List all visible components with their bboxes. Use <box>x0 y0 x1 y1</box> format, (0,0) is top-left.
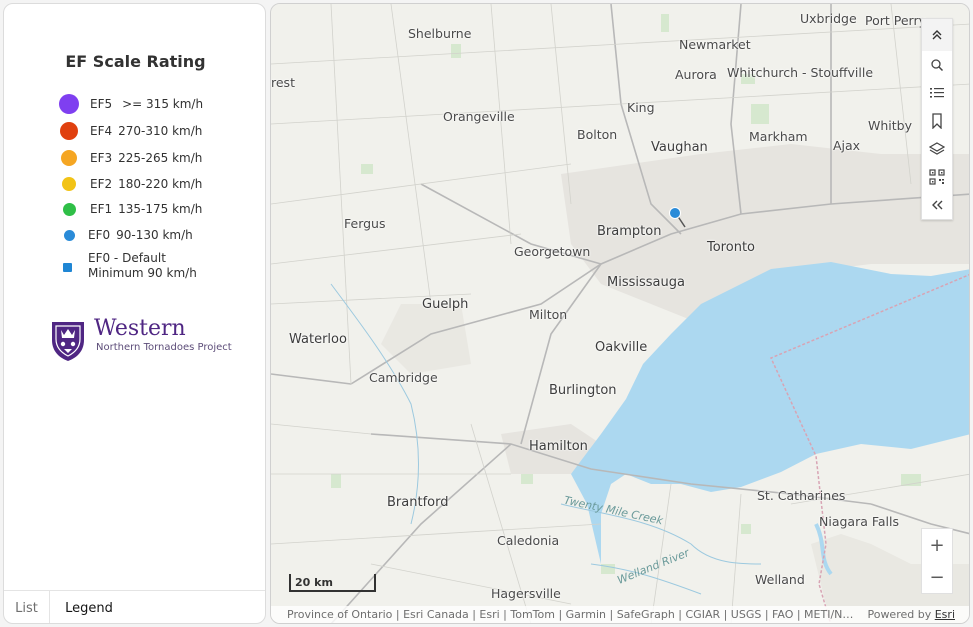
legend-item-ef1: EF1 135-175 km/h <box>4 200 265 222</box>
tornado-marker[interactable] <box>667 205 691 229</box>
place-label: St. Catharines <box>757 488 846 503</box>
panel-tabs: List Legend <box>4 590 265 623</box>
place-label: Welland <box>755 572 805 587</box>
scale-label: 20 km <box>295 576 333 589</box>
search-icon[interactable] <box>922 51 952 79</box>
zoom-control: + − <box>921 528 953 594</box>
map-toolbar <box>921 18 953 220</box>
legend-item-ef4: EF4 270-310 km/h <box>4 122 265 144</box>
legend-title: EF Scale Rating <box>65 52 206 71</box>
place-label: Vaughan <box>651 140 708 155</box>
legend-label: EF4 <box>90 124 113 138</box>
scale-bar: 20 km <box>289 574 376 592</box>
place-label: Hagersville <box>491 586 561 601</box>
ef0-symbol <box>64 230 75 241</box>
place-label: Whitby <box>868 118 912 133</box>
place-label: Niagara Falls <box>819 514 900 529</box>
basemap <box>271 4 969 623</box>
logo-subtitle: Northern Tornadoes Project <box>96 342 232 353</box>
place-label: Burlington <box>549 383 617 398</box>
bookmark-icon[interactable] <box>922 107 952 135</box>
legend-label: EF1 <box>90 202 113 216</box>
place-label: Georgetown <box>514 244 591 259</box>
legend-item-ef2: EF2 180-220 km/h <box>4 175 265 197</box>
legend-label: EF0 <box>88 228 111 242</box>
tab-list[interactable]: List <box>4 591 50 623</box>
map-view[interactable]: Uxbridge Port Perry Shelburne Newmarket … <box>270 3 970 624</box>
expand-left-icon[interactable] <box>922 191 952 219</box>
legend-label: EF5 <box>90 97 113 111</box>
legend-label: EF0 - Default <box>88 251 166 265</box>
place-label: Caledonia <box>497 533 560 548</box>
zoom-in-button[interactable]: + <box>922 529 952 561</box>
zoom-out-button[interactable]: − <box>922 561 952 593</box>
legend-label: EF3 <box>90 151 113 165</box>
place-label: Port Perry <box>865 13 926 28</box>
legend-range: Minimum 90 km/h <box>88 266 197 280</box>
place-label: Whitchurch - Stouffville <box>727 65 874 80</box>
tab-legend[interactable]: Legend <box>52 591 126 623</box>
place-label: Uxbridge <box>800 11 857 26</box>
place-label: Brantford <box>387 495 449 510</box>
collapse-icon[interactable] <box>922 19 952 51</box>
legend-label: EF2 <box>90 177 113 191</box>
place-label: Newmarket <box>679 37 751 52</box>
place-label: Markham <box>749 129 808 144</box>
legend-item-ef0: EF0 90-130 km/h <box>4 226 265 248</box>
ef4-symbol <box>60 122 78 140</box>
qr-code-icon[interactable] <box>922 163 952 191</box>
place-label: Cambridge <box>369 370 438 385</box>
powered-by-text: Powered by <box>867 608 932 621</box>
western-crest-icon <box>52 322 84 361</box>
powered-by: Powered by Esri <box>867 606 955 623</box>
place-label: Mississauga <box>607 275 685 290</box>
place-label: Bolton <box>577 127 618 142</box>
legend-item-ef3: EF3 225-265 km/h <box>4 149 265 171</box>
ef5-symbol <box>59 94 79 114</box>
app: EF Scale Rating EF5 >= 315 km/h EF4 270-31… <box>0 0 973 627</box>
place-label: Shelburne <box>408 26 472 41</box>
legend-range: 90-130 km/h <box>116 228 193 242</box>
place-label: rest <box>271 75 295 90</box>
place-label: Brampton <box>597 224 662 239</box>
place-label: Hamilton <box>529 439 588 454</box>
legend-range: 270-310 km/h <box>118 124 203 138</box>
ef3-symbol <box>61 150 77 166</box>
legend-range: 135-175 km/h <box>118 202 203 216</box>
ef1-symbol <box>63 203 76 216</box>
western-ntp-logo: Western Northern Tornadoes Project <box>48 316 238 364</box>
place-label: Orangeville <box>443 109 515 124</box>
place-label: Guelph <box>422 297 469 312</box>
place-label: Toronto <box>707 240 755 255</box>
logo-wordmark: Western <box>94 316 186 341</box>
attribution-bar: Province of Ontario | Esri Canada | Esri… <box>271 606 969 623</box>
ef2-symbol <box>62 177 76 191</box>
list-icon[interactable] <box>922 79 952 107</box>
legend-panel: EF Scale Rating EF5 >= 315 km/h EF4 270-31… <box>3 3 266 624</box>
legend-range: 180-220 km/h <box>118 177 203 191</box>
legend-item-ef5: EF5 >= 315 km/h <box>4 94 265 116</box>
attribution-text[interactable]: Province of Ontario | Esri Canada | Esri… <box>287 606 857 623</box>
place-label: Oakville <box>595 340 648 355</box>
esri-link[interactable]: Esri <box>935 608 955 621</box>
legend-item-ef0-default: EF0 - Default Minimum 90 km/h <box>4 251 265 285</box>
legend-range: >= 315 km/h <box>122 97 204 111</box>
place-label: Waterloo <box>289 332 347 347</box>
legend-range: 225-265 km/h <box>118 151 203 165</box>
place-label: Fergus <box>344 216 386 231</box>
layers-icon[interactable] <box>922 135 952 163</box>
ef0-default-symbol <box>63 263 72 272</box>
place-label: Milton <box>529 307 568 322</box>
place-label: Ajax <box>833 138 861 153</box>
place-label: King <box>627 100 655 115</box>
place-label: Aurora <box>675 67 717 82</box>
